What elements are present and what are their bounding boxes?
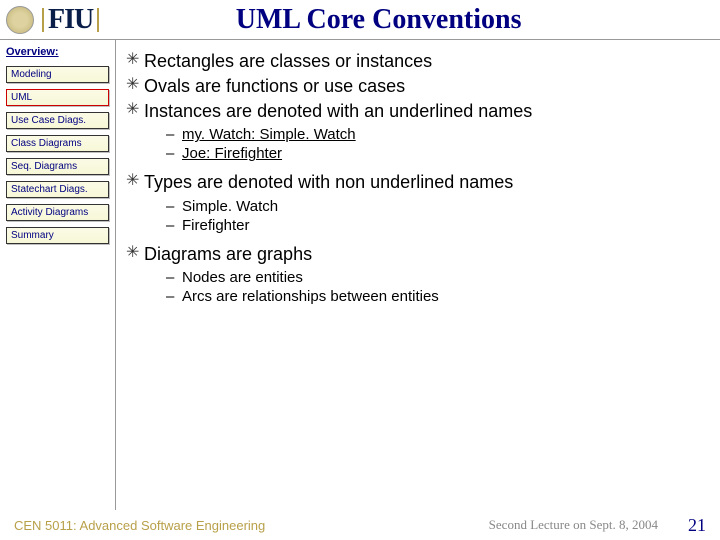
fiu-logo: FIU xyxy=(38,4,103,36)
bullet-item: ✳ Diagrams are graphs xyxy=(126,243,704,266)
sidebar-item-usecase[interactable]: Use Case Diags. xyxy=(6,112,109,129)
bullet-item: ✳ Instances are denoted with an underlin… xyxy=(126,100,704,123)
sub-text: Simple. Watch xyxy=(182,197,278,216)
footer-course: CEN 5011: Advanced Software Engineering xyxy=(14,518,265,533)
bullet-text: Instances are denoted with an underlined… xyxy=(144,100,532,123)
dash-bullet-icon: – xyxy=(166,144,182,163)
sub-text: Nodes are entities xyxy=(182,268,303,287)
star-bullet-icon: ✳ xyxy=(126,50,144,71)
sub-item: – Firefighter xyxy=(166,216,704,235)
footer-lecture: Second Lecture on Sept. 8, 2004 xyxy=(489,517,658,533)
sub-text: Firefighter xyxy=(182,216,250,235)
sidebar-item-modeling[interactable]: Modeling xyxy=(6,66,109,83)
bullet-item: ✳ Rectangles are classes or instances xyxy=(126,50,704,73)
logo-text: FIU xyxy=(48,4,93,36)
sidebar-item-uml[interactable]: UML xyxy=(6,89,109,106)
sub-text: my. Watch: Simple. Watch xyxy=(182,125,356,144)
sub-item: – Simple. Watch xyxy=(166,197,704,216)
sublist: – Simple. Watch – Firefighter xyxy=(166,197,704,235)
university-seal-icon xyxy=(6,6,34,34)
footer-page-number: 21 xyxy=(688,515,706,536)
dash-bullet-icon: – xyxy=(166,216,182,235)
sub-item: – Arcs are relationships between entitie… xyxy=(166,287,704,306)
slide-content: ✳ Rectangles are classes or instances ✳ … xyxy=(116,40,720,510)
sidebar-item-seq[interactable]: Seq. Diagrams xyxy=(6,158,109,175)
sub-text: Joe: Firefighter xyxy=(182,144,282,163)
logo-divider xyxy=(97,8,99,32)
sidebar-item-activity[interactable]: Activity Diagrams xyxy=(6,204,109,221)
body-area: Overview: Modeling UML Use Case Diags. C… xyxy=(0,40,720,510)
bullet-item: ✳ Types are denoted with non underlined … xyxy=(126,171,704,194)
bullet-text: Types are denoted with non underlined na… xyxy=(144,171,513,194)
sublist: – Nodes are entities – Arcs are relation… xyxy=(166,268,704,306)
sidebar: Overview: Modeling UML Use Case Diags. C… xyxy=(0,40,116,510)
star-bullet-icon: ✳ xyxy=(126,171,144,192)
sub-text: Arcs are relationships between entities xyxy=(182,287,439,306)
header-bar: FIU UML Core Conventions xyxy=(0,0,720,40)
bullet-text: Ovals are functions or use cases xyxy=(144,75,405,98)
dash-bullet-icon: – xyxy=(166,287,182,306)
star-bullet-icon: ✳ xyxy=(126,75,144,96)
sidebar-item-statechart[interactable]: Statechart Diags. xyxy=(6,181,109,198)
sidebar-item-class[interactable]: Class Diagrams xyxy=(6,135,109,152)
sidebar-item-summary[interactable]: Summary xyxy=(6,227,109,244)
bullet-text: Rectangles are classes or instances xyxy=(144,50,432,73)
sublist: – my. Watch: Simple. Watch – Joe: Firefi… xyxy=(166,125,704,163)
bullet-text: Diagrams are graphs xyxy=(144,243,312,266)
dash-bullet-icon: – xyxy=(166,125,182,144)
sub-item: – Joe: Firefighter xyxy=(166,144,704,163)
dash-bullet-icon: – xyxy=(166,197,182,216)
page-title: UML Core Conventions xyxy=(103,4,714,36)
sidebar-heading: Overview: xyxy=(6,46,109,58)
sub-item: – my. Watch: Simple. Watch xyxy=(166,125,704,144)
sub-item: – Nodes are entities xyxy=(166,268,704,287)
star-bullet-icon: ✳ xyxy=(126,243,144,264)
bullet-item: ✳ Ovals are functions or use cases xyxy=(126,75,704,98)
dash-bullet-icon: – xyxy=(166,268,182,287)
star-bullet-icon: ✳ xyxy=(126,100,144,121)
logo-divider xyxy=(42,8,44,32)
footer: CEN 5011: Advanced Software Engineering … xyxy=(0,510,720,540)
